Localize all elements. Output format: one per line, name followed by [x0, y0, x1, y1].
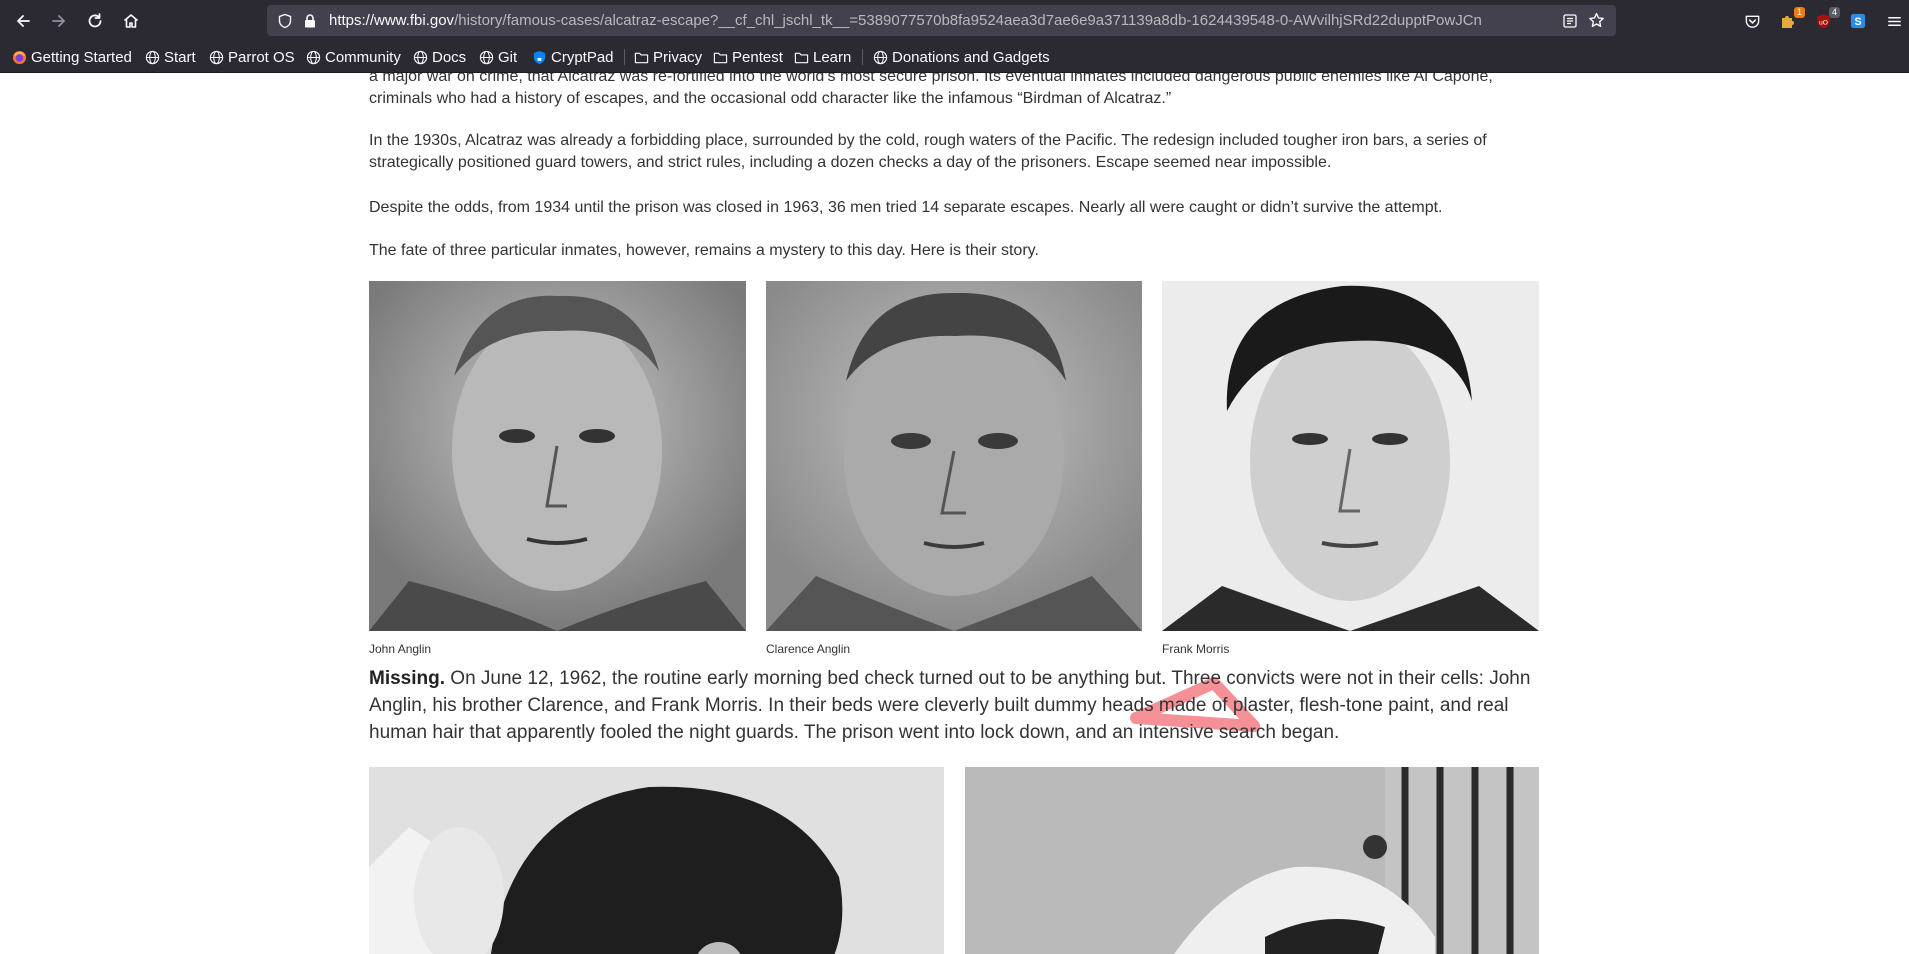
caption-frank-morris: Frank Morris [1162, 642, 1230, 656]
bookmark-git[interactable]: Git [479, 47, 517, 67]
cryptpad-icon [533, 50, 546, 64]
article-paragraph-missing: Missing. On June 12, 1962, the routine e… [369, 665, 1539, 746]
article-paragraph-1930s: In the 1930s, Alcatraz was already a for… [369, 132, 1487, 171]
bookmark-folder-learn[interactable]: Learn [794, 47, 851, 67]
bookmark-label: Parrot OS [228, 48, 295, 66]
article-paragraph-odds: Despite the odds, from 1934 until the pr… [369, 199, 1443, 216]
folder-icon [634, 52, 649, 63]
extension-button-s[interactable]: S [1847, 10, 1869, 32]
bookmark-getting-started[interactable]: Getting Started [12, 47, 132, 67]
photo-dummy-head[interactable] [369, 767, 944, 954]
bookmark-parrot-os[interactable]: Parrot OS [209, 47, 295, 67]
bookmark-folder-pentest[interactable]: Pentest [713, 47, 783, 67]
bookmark-label: Getting Started [31, 48, 132, 66]
bookmarks-toolbar: Getting Started Start Parrot OS Communit… [0, 42, 1909, 73]
folder-icon [713, 52, 728, 63]
back-button[interactable] [11, 9, 35, 33]
reader-view-icon[interactable] [1561, 12, 1578, 29]
page-viewport[interactable]: a major war on crime, that Alcatraz was … [0, 73, 1909, 954]
extension-button-1[interactable]: 1 [1777, 7, 1805, 32]
bookmark-label: Docs [432, 48, 467, 66]
url-text[interactable]: https://www.fbi.gov/history/famous-cases… [329, 5, 1529, 36]
hamburger-menu-icon [1887, 16, 1901, 26]
bookmark-star-icon[interactable] [1588, 12, 1605, 29]
globe-icon [145, 50, 160, 64]
bookmark-start[interactable]: Start [145, 47, 196, 67]
svg-text:S: S [1854, 16, 1861, 28]
globe-icon [306, 50, 321, 64]
browser-toolbar: https://www.fbi.gov/history/famous-cases… [0, 0, 1909, 42]
bookmark-label: Pentest [732, 48, 783, 66]
bookmark-label: Donations and Gadgets [892, 48, 1050, 66]
bookmark-label: Start [164, 48, 196, 66]
photo-john-anglin[interactable] [369, 281, 746, 631]
bookmark-label: Community [325, 48, 401, 66]
article-paragraph-fate: The fate of three particular inmates, ho… [369, 242, 1039, 259]
bookmark-docs[interactable]: Docs [413, 47, 466, 67]
globe-icon [209, 50, 224, 64]
bookmark-cryptpad[interactable]: CryptPad [532, 47, 614, 67]
reload-button[interactable] [83, 9, 107, 33]
photo-prison-cell[interactable] [965, 767, 1539, 954]
home-icon [123, 14, 139, 28]
pocket-icon [1745, 15, 1759, 28]
missing-text: On June 12, 1962, the routine early morn… [369, 668, 1531, 743]
photo-frank-morris[interactable] [1162, 281, 1539, 631]
bookmark-label: Privacy [653, 48, 703, 66]
globe-icon [479, 50, 494, 64]
lock-icon[interactable] [301, 12, 318, 29]
bookmark-label: Git [498, 48, 518, 66]
s-extension-icon: S [1850, 13, 1866, 29]
extension-badge-2: 4 [1828, 7, 1840, 18]
globe-icon [873, 50, 888, 64]
forward-button[interactable] [47, 9, 71, 33]
bookmark-donations-and-gadgets[interactable]: Donations and Gadgets [873, 47, 1050, 67]
bookmark-separator [862, 49, 863, 65]
bookmark-label: CryptPad [551, 48, 614, 66]
extension-badge-1: 1 [1793, 7, 1805, 18]
bookmark-separator [624, 49, 625, 65]
ublock-button[interactable]: uO 4 [1812, 7, 1840, 32]
firefox-icon [12, 50, 27, 64]
bookmark-folder-privacy[interactable]: Privacy [634, 47, 702, 67]
article-paragraph-intro: a major war on crime, that Alcatraz was … [369, 73, 1493, 107]
pocket-button[interactable] [1741, 10, 1763, 32]
caption-clarence-anglin: Clarence Anglin [766, 642, 851, 656]
globe-icon [413, 50, 428, 64]
url-bar[interactable]: https://www.fbi.gov/history/famous-cases… [267, 5, 1616, 36]
bookmark-community[interactable]: Community [306, 47, 401, 67]
photo-clarence-anglin[interactable] [766, 281, 1142, 631]
folder-icon [794, 52, 809, 63]
menu-button[interactable] [1883, 10, 1905, 32]
svg-text:uO: uO [1819, 19, 1828, 26]
url-path: /history/famous-cases/alcatraz-escape?__… [454, 12, 1482, 29]
bookmark-label: Learn [813, 48, 852, 66]
tracking-protection-shield-icon[interactable] [276, 12, 293, 29]
back-arrow-icon [17, 15, 30, 27]
reload-icon [88, 13, 102, 28]
home-button[interactable] [119, 9, 143, 33]
missing-lead: Missing. [369, 668, 446, 689]
caption-john-anglin: John Anglin [369, 642, 432, 656]
url-host: https://www.fbi.gov [329, 12, 455, 29]
forward-arrow-icon [52, 15, 65, 27]
